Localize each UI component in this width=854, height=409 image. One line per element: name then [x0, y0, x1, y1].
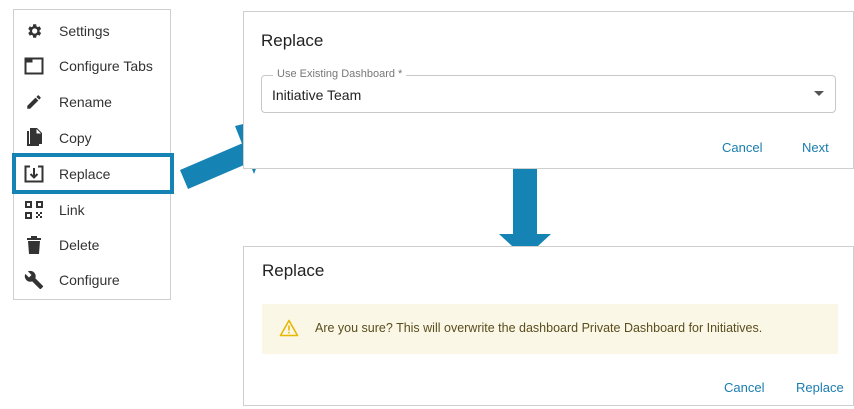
- dashboard-select[interactable]: Use Existing Dashboard * Initiative Team: [261, 68, 836, 113]
- replace-dialog-confirm: Replace Are you sure? This will overwrit…: [243, 246, 854, 406]
- dialog-title: Replace: [261, 31, 324, 50]
- cancel-button[interactable]: Cancel: [724, 380, 764, 395]
- chevron-down-icon[interactable]: [814, 91, 824, 96]
- warning-banner: Are you sure? This will overwrite the da…: [262, 304, 838, 354]
- select-field-label: Use Existing Dashboard *: [273, 68, 407, 80]
- down-arrow: [499, 156, 551, 258]
- cancel-button[interactable]: Cancel: [722, 140, 762, 155]
- next-button[interactable]: Next: [802, 140, 829, 155]
- select-field-value: Initiative Team: [272, 87, 362, 103]
- warning-text: Are you sure? This will overwrite the da…: [315, 321, 763, 335]
- warning-icon: [279, 319, 299, 342]
- replace-dialog-select: Replace Use Existing Dashboard * Initiat…: [243, 11, 854, 169]
- dialog-title: Replace: [262, 261, 325, 280]
- replace-button[interactable]: Replace: [796, 380, 844, 395]
